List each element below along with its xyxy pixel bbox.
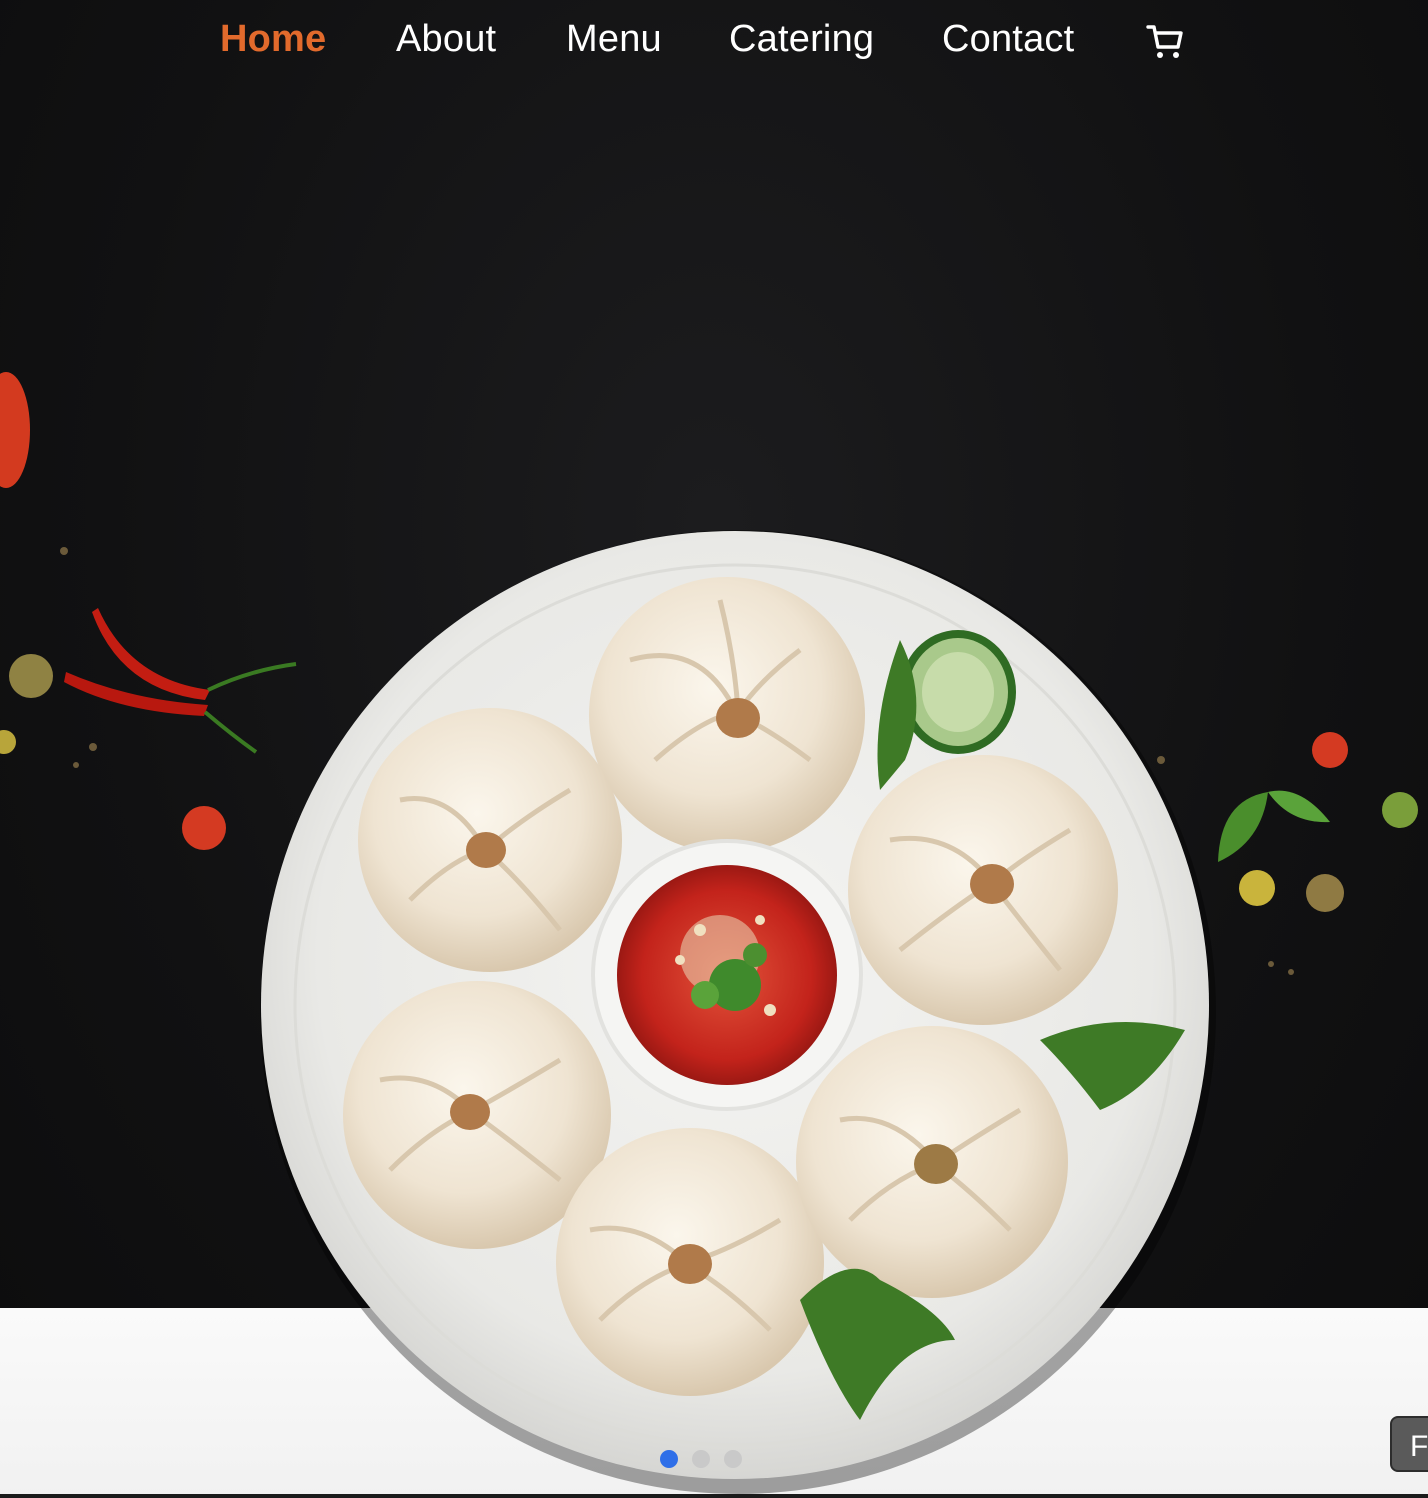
hero-dumplings-image xyxy=(0,372,1418,1494)
carousel-indicators xyxy=(660,1450,742,1468)
side-button[interactable]: F xyxy=(1390,1416,1428,1472)
dumpling xyxy=(358,708,622,972)
dumpling xyxy=(796,1026,1068,1298)
shopping-cart-icon[interactable] xyxy=(1145,22,1185,60)
nav-about[interactable]: About xyxy=(396,18,496,61)
carousel-dot-1[interactable] xyxy=(660,1450,678,1468)
hero-section: Home About Menu Catering Contact F xyxy=(0,0,1428,1498)
carousel-dot-3[interactable] xyxy=(724,1450,742,1468)
dumpling xyxy=(556,1128,824,1396)
dumpling xyxy=(589,577,865,853)
chili-sauce-bowl xyxy=(591,839,863,1111)
cucumber-slice xyxy=(900,630,1016,754)
tomato-slice xyxy=(0,372,30,488)
nav-home[interactable]: Home xyxy=(220,18,326,61)
nav-catering[interactable]: Catering xyxy=(729,18,874,61)
carousel-dot-2[interactable] xyxy=(692,1450,710,1468)
dumpling xyxy=(848,755,1118,1025)
nav-contact[interactable]: Contact xyxy=(942,18,1074,61)
main-nav: Home About Menu Catering Contact xyxy=(0,0,1428,86)
chili-peppers xyxy=(64,608,297,754)
nav-menu[interactable]: Menu xyxy=(566,18,662,61)
divider xyxy=(0,1494,1428,1498)
